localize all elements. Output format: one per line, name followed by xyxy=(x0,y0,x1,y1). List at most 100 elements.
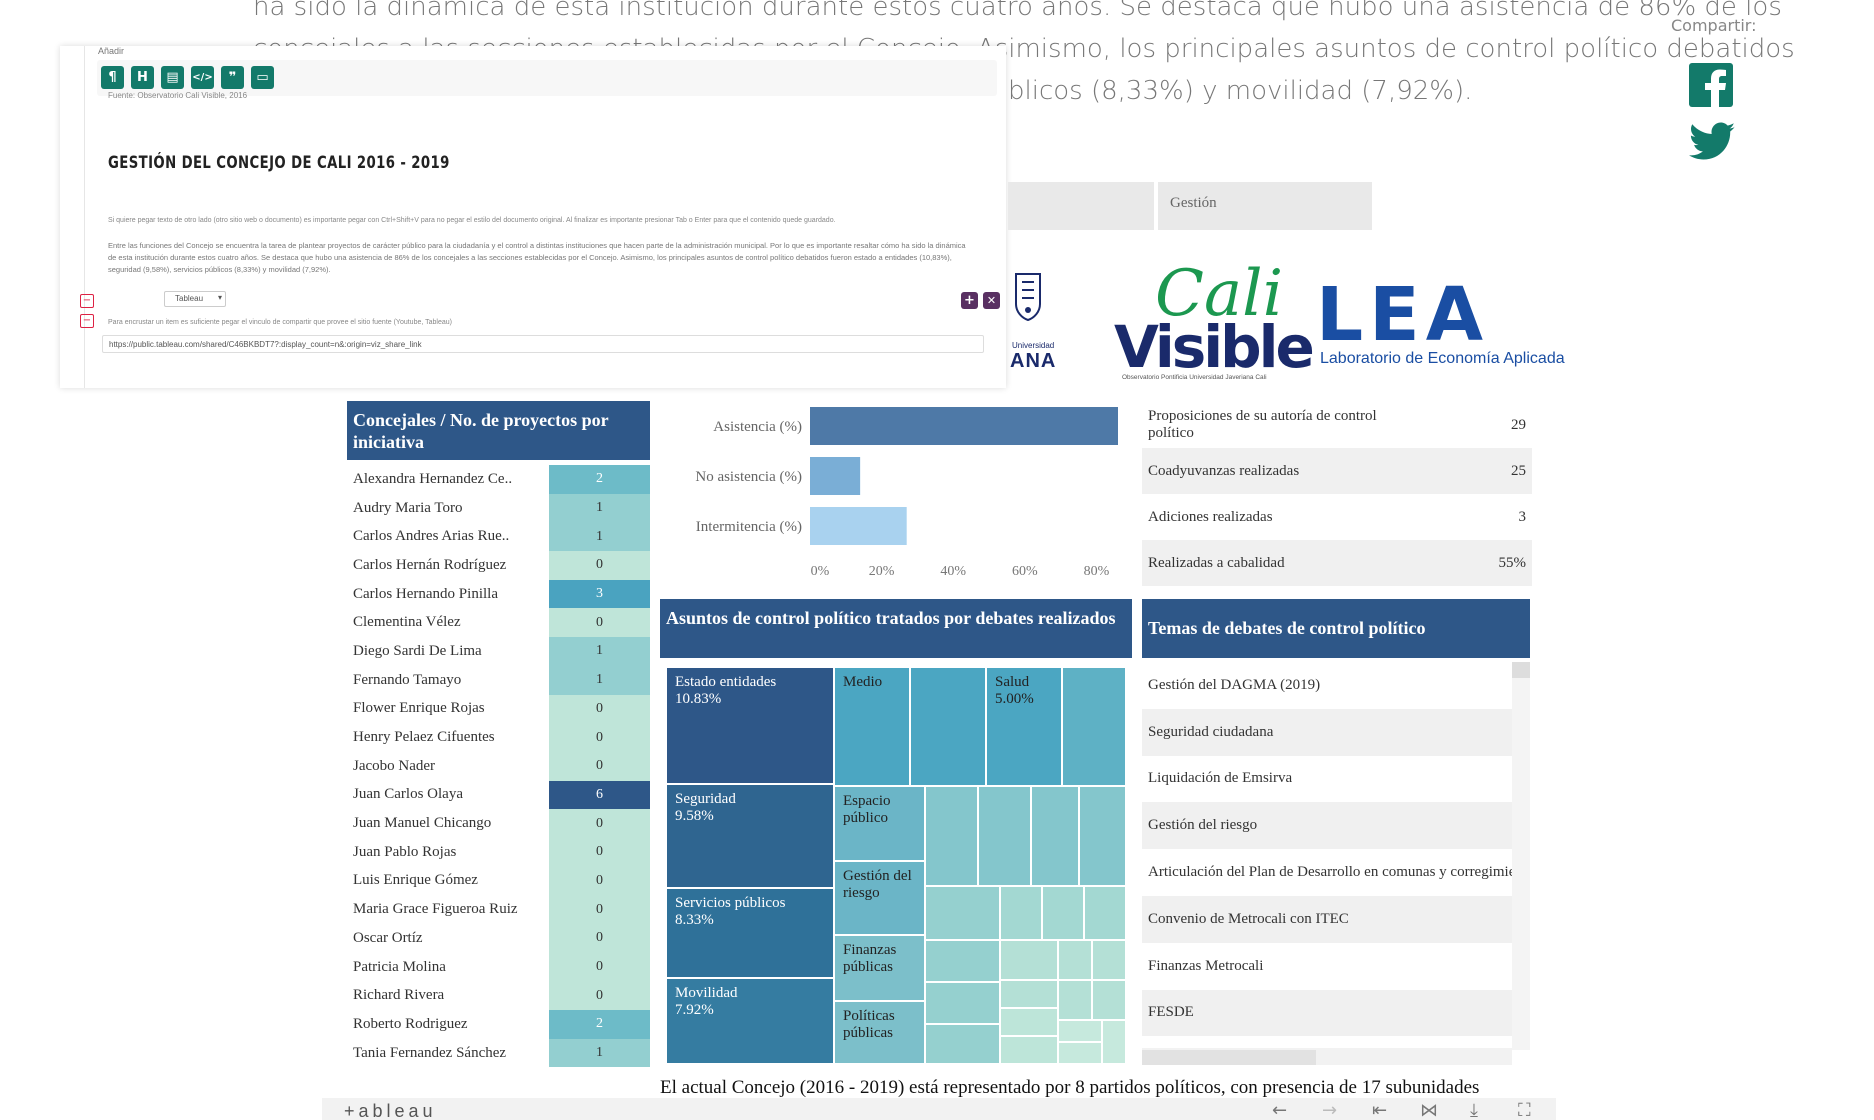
treemap-cell[interactable] xyxy=(925,1024,1000,1064)
quote-button[interactable]: ❞ xyxy=(221,66,244,89)
treemap-cell[interactable]: Espacio público xyxy=(834,786,925,861)
treemap-cell[interactable] xyxy=(925,786,978,886)
treemap-cell[interactable] xyxy=(1000,886,1042,940)
concejal-row[interactable]: Maria Grace Figueroa Ruiz 0 xyxy=(347,895,650,924)
close-icon[interactable]: ✕ xyxy=(983,292,1000,309)
attendance-bar[interactable] xyxy=(810,457,861,495)
treemap-cell[interactable]: Salud 5.00% xyxy=(986,667,1062,786)
treemap-cell[interactable]: Gestión del riesgo xyxy=(834,861,925,935)
kpi-list: Proposiciones de su autoría de control p… xyxy=(1142,402,1532,586)
editor-title[interactable]: GESTIÓN DEL CONCEJO DE CALI 2016 - 2019 xyxy=(108,153,450,173)
treemap-cell[interactable]: Seguridad 9.58% xyxy=(666,784,834,888)
treemap-cell[interactable] xyxy=(1062,667,1126,786)
treemap-cell[interactable] xyxy=(1102,1020,1126,1064)
treemap-cell[interactable] xyxy=(1000,1036,1058,1064)
concejal-row[interactable]: Fernando Tamayo 1 xyxy=(347,665,650,695)
concejal-row[interactable]: Patricia Molina 0 xyxy=(347,952,650,982)
collapse-icon[interactable]: − xyxy=(80,314,94,328)
treemap-cell[interactable] xyxy=(925,940,1000,982)
concejal-row[interactable]: Luis Enrique Gómez 0 xyxy=(347,866,650,896)
treemap-cell[interactable]: Servicios públicos 8.33% xyxy=(666,888,834,978)
tab-blank[interactable] xyxy=(1008,182,1154,230)
treemap-cell[interactable] xyxy=(1058,980,1092,1020)
tema-row[interactable]: Finanzas Metrocali xyxy=(1142,943,1512,990)
treemap-cell[interactable] xyxy=(978,786,1031,886)
revert-icon[interactable]: ⇤ xyxy=(1372,1100,1387,1120)
treemap-cell[interactable]: Finanzas públicas xyxy=(834,935,925,1001)
facebook-icon[interactable] xyxy=(1689,63,1733,107)
treemap-cell[interactable]: Medio xyxy=(834,667,910,786)
treemap-cell[interactable] xyxy=(1058,940,1092,980)
twitter-icon[interactable] xyxy=(1689,122,1735,162)
treemap-cell[interactable] xyxy=(1058,1042,1102,1064)
undo-icon[interactable]: ← xyxy=(1272,1100,1287,1120)
code-button[interactable]: </> xyxy=(191,66,214,89)
tema-row[interactable]: FESDE xyxy=(1142,989,1512,1037)
paragraph-button[interactable]: ¶ xyxy=(101,66,124,89)
add-label: Añadir xyxy=(98,46,125,56)
tableau-logo[interactable]: +ableau xyxy=(344,1101,437,1120)
treemap-cell[interactable] xyxy=(910,667,986,786)
concejal-row[interactable]: Juan Carlos Olaya 6 xyxy=(347,780,650,810)
tema-row[interactable]: Seguridad ciudadana xyxy=(1142,708,1512,756)
concejal-row[interactable]: Carlos Andres Arias Rue.. 1 xyxy=(347,522,650,552)
heading-button[interactable]: H xyxy=(131,66,154,89)
treemap-cell[interactable] xyxy=(1031,786,1079,886)
tema-row[interactable]: Liquidación de Emsirva xyxy=(1142,756,1512,803)
tab-gestion[interactable]: Gestión xyxy=(1158,182,1372,230)
treemap-cell[interactable]: Movilidad 7.92% xyxy=(666,978,834,1064)
concejal-row[interactable]: Clementina Vélez 0 xyxy=(347,608,650,638)
redo-icon[interactable]: → xyxy=(1322,1100,1337,1120)
fullscreen-icon[interactable]: ⛶ xyxy=(1518,1100,1531,1120)
download-icon[interactable]: ⤓ xyxy=(1470,1100,1478,1120)
scrollbar-thumb[interactable] xyxy=(1512,662,1530,678)
treemap-cell[interactable] xyxy=(1084,886,1126,940)
concejal-row[interactable]: Richard Rivera 0 xyxy=(347,981,650,1011)
share-icon[interactable]: ⋈ xyxy=(1420,1100,1438,1120)
concejal-row[interactable]: Flower Enrique Rojas 0 xyxy=(347,694,650,724)
embed-url-field[interactable]: https://public.tableau.com/shared/C46BKB… xyxy=(102,335,984,353)
treemap-cell[interactable] xyxy=(1000,980,1058,1008)
horizontal-scrollbar-thumb[interactable] xyxy=(1142,1050,1316,1065)
attendance-bar[interactable] xyxy=(810,407,1118,445)
treemap-cell[interactable] xyxy=(1092,940,1126,980)
treemap-cell[interactable] xyxy=(1092,980,1126,1020)
concejal-row[interactable]: Juan Pablo Rojas 0 xyxy=(347,837,650,867)
concejal-row[interactable]: Jacobo Nader 0 xyxy=(347,751,650,781)
treemap-cell[interactable] xyxy=(1042,886,1084,940)
concejal-row[interactable]: Roberto Rodriguez 2 xyxy=(347,1010,650,1039)
attendance-bar[interactable] xyxy=(810,507,907,545)
treemap-label: Gestión del riesgo xyxy=(843,868,912,901)
concejal-row[interactable]: Audry Maria Toro 1 xyxy=(347,493,650,523)
tema-row[interactable]: Gestión del riesgo xyxy=(1142,802,1512,850)
tema-row[interactable]: Gestión del DAGMA (2019) xyxy=(1142,662,1512,709)
x-tick-label: 80% xyxy=(1084,564,1110,579)
tema-row[interactable]: Articulación del Plan de Desarrollo en c… xyxy=(1142,849,1512,896)
treemap-cell[interactable] xyxy=(1000,1008,1058,1036)
document-button[interactable]: ▤ xyxy=(161,66,184,89)
treemap-cell[interactable]: Estado entidades 10.83% xyxy=(666,667,834,784)
tema-row[interactable]: Convenio de Metrocali con ITEC xyxy=(1142,895,1512,943)
concejal-row[interactable]: Henry Pelaez Cifuentes 0 xyxy=(347,723,650,752)
concejal-row[interactable]: Alexandra Hernandez Ce.. 2 xyxy=(347,465,650,494)
embed-type-select[interactable]: Tableau xyxy=(164,291,226,307)
image-button[interactable]: ▭ xyxy=(251,66,274,89)
treemap-cell[interactable] xyxy=(1000,940,1058,980)
collapse-icon[interactable]: − xyxy=(80,294,94,308)
concejal-row[interactable]: Juan Manuel Chicango 0 xyxy=(347,809,650,838)
concejal-row[interactable]: Diego Sardi De Lima 1 xyxy=(347,637,650,666)
kpi-value: 55% xyxy=(1498,554,1527,571)
concejal-row[interactable]: Tania Fernandez Sánchez 1 xyxy=(347,1038,650,1068)
treemap-cell[interactable]: Políticas públicas xyxy=(834,1001,925,1064)
editor-body[interactable]: Entre las funciones del Concejo se encue… xyxy=(108,240,968,276)
vertical-scrollbar[interactable] xyxy=(1512,662,1530,1050)
add-icon[interactable]: + xyxy=(961,292,978,309)
concejal-row[interactable]: Carlos Hernán Rodríguez 0 xyxy=(347,551,650,580)
x-tick-label: 0% xyxy=(811,564,830,579)
treemap-cell[interactable] xyxy=(1079,786,1126,886)
treemap-cell[interactable] xyxy=(925,886,1000,940)
concejal-row[interactable]: Carlos Hernando Pinilla 3 xyxy=(347,579,650,609)
treemap-cell[interactable] xyxy=(1058,1020,1102,1042)
treemap-cell[interactable] xyxy=(925,982,1000,1024)
concejal-row[interactable]: Oscar Ortíz 0 xyxy=(347,924,650,953)
